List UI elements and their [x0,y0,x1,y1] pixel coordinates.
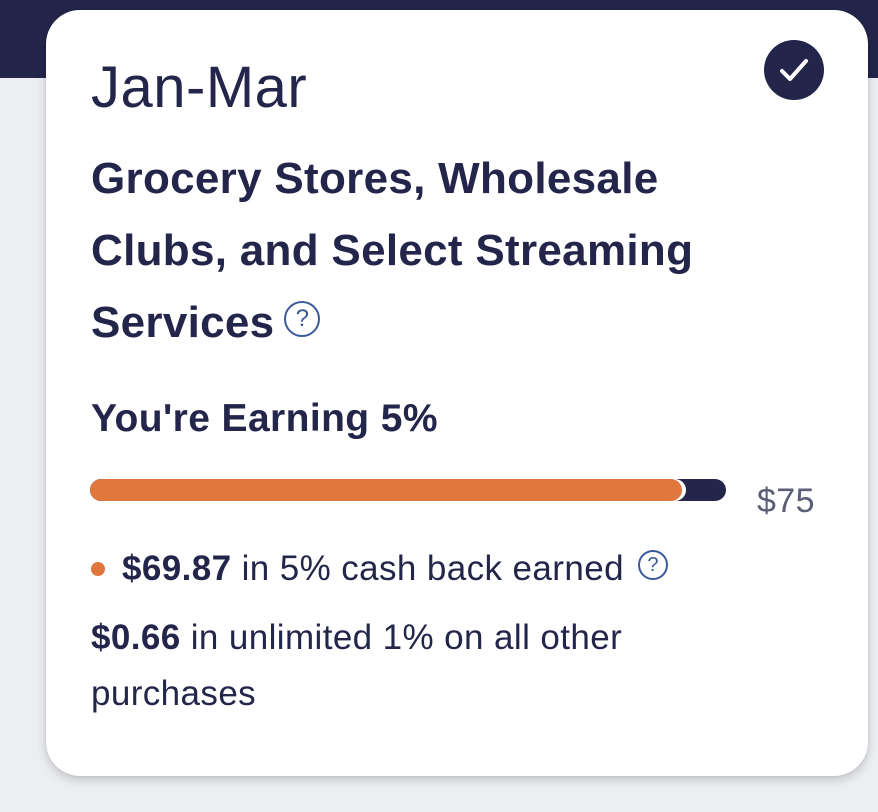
category-title: Grocery Stores, Wholesale Clubs, and Sel… [91,143,771,359]
cashback-earned-row: $69.87 in 5% cash back earned ? [91,545,668,593]
orange-legend-dot [91,562,105,576]
period-title: Jan-Mar [91,55,308,120]
selected-checkmark-badge [764,40,824,100]
category-text: Grocery Stores, Wholesale Clubs, and Sel… [91,154,694,347]
cashback-progress-bar [90,479,726,501]
rewards-category-card[interactable]: Jan-Mar Grocery Stores, Wholesale Clubs,… [46,10,868,776]
checkmark-icon [780,59,808,81]
category-help-icon[interactable]: ? [284,301,321,338]
cashback-earned-text: $69.87 in 5% cash back earned [122,545,624,593]
earning-rate-label: You're Earning 5% [91,397,438,440]
cashback-progress-fill [90,479,683,501]
cashback-earned-description: in 5% cash back earned [231,549,624,588]
unlimited-earned-amount: $0.66 [91,618,181,657]
cashback-earned-amount: $69.87 [122,549,232,588]
progress-goal-amount: $75 [757,482,815,520]
cashback-help-icon[interactable]: ? [637,550,668,580]
unlimited-earned-text: $0.66 in unlimited 1% on all other purch… [91,610,741,722]
